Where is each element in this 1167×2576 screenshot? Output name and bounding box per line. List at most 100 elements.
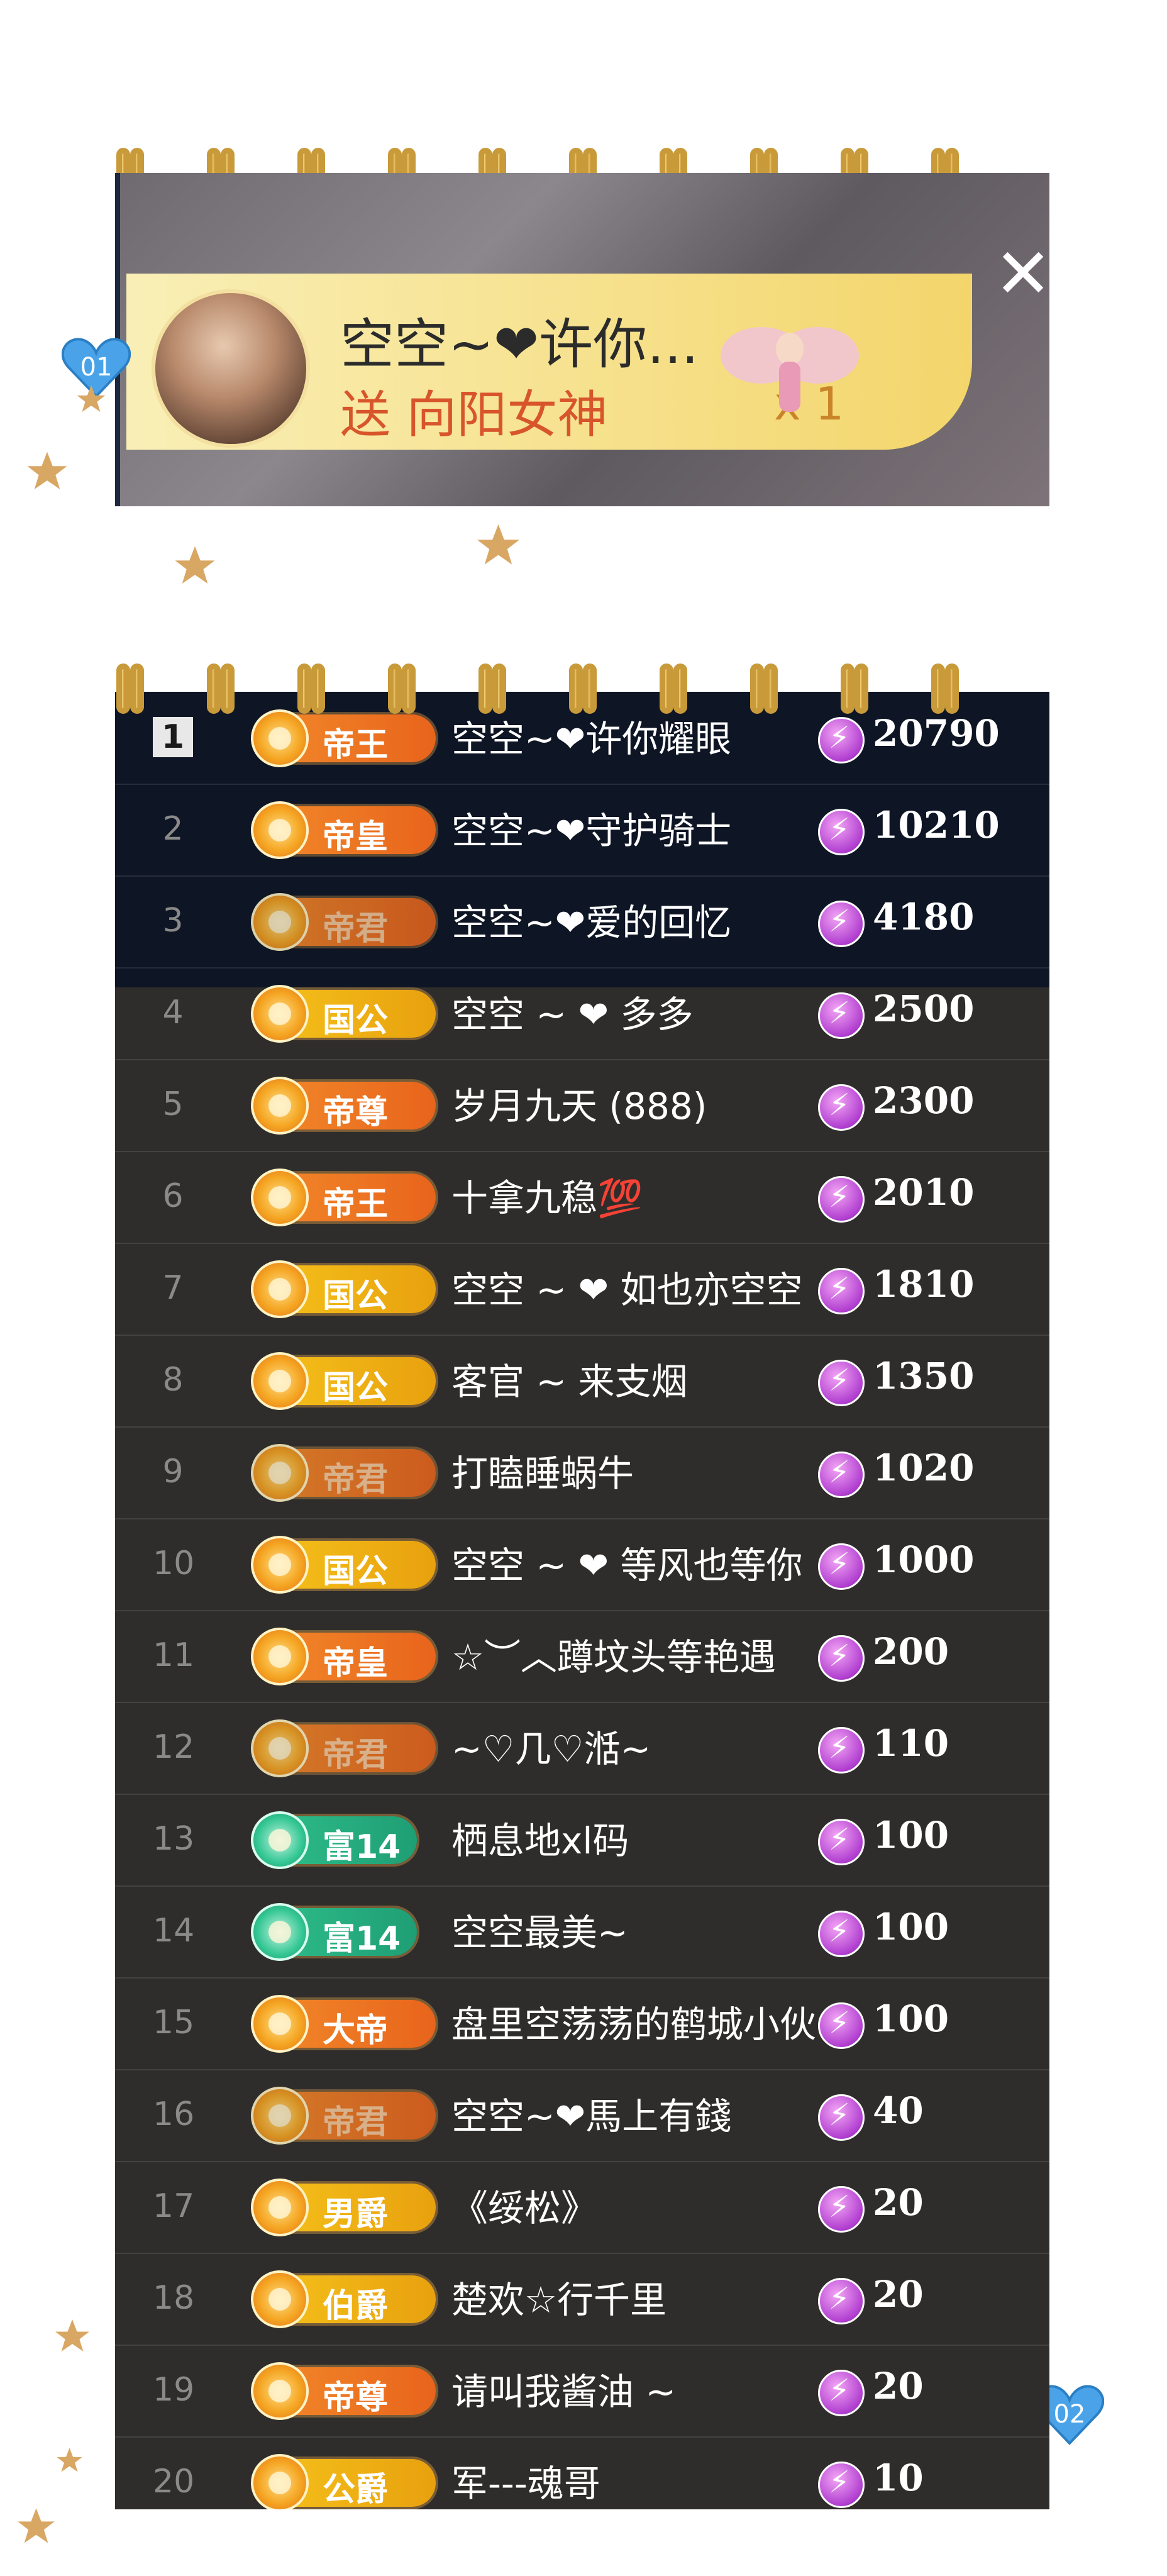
ranking-row[interactable]: 3 帝君 空空~❤爱的回忆 4180: [115, 875, 1049, 969]
badge-label: 国公: [323, 1002, 389, 1040]
user-name: 空空 ~ ❤ 如也亦空空: [451, 1269, 803, 1311]
rank-number: 19: [153, 2371, 195, 2409]
lightning-coin-icon: [818, 1911, 865, 1957]
badge-emblem-icon: [251, 1169, 309, 1226]
star-icon: [477, 524, 520, 565]
level-badge: 国公: [251, 985, 436, 1043]
user-name: 空空~❤守护骑士: [451, 809, 732, 852]
level-badge: 帝尊: [251, 2362, 436, 2420]
ranking-row[interactable]: 16 帝君 空空~❤馬上有錢 40: [115, 2069, 1049, 2162]
ranking-row[interactable]: 15 大帝 盘里空荡荡的鹤城小伙 100: [115, 1977, 1049, 2070]
ranking-row[interactable]: 13 富14 栖息地xl码 100: [115, 1794, 1049, 1887]
lightning-coin-icon: [818, 1543, 865, 1590]
lightning-coin-icon: [818, 1084, 865, 1131]
ranking-row[interactable]: 18 伯爵 楚欢☆行千里 20: [115, 2253, 1049, 2346]
badge-label: 富14: [323, 1920, 401, 1958]
ranking-row[interactable]: 5 帝尊 岁月九天 (888) 2300: [115, 1059, 1049, 1152]
contribution-score: 100: [873, 1997, 949, 2040]
contribution-score: 20: [873, 2365, 924, 2407]
level-badge: 国公: [251, 1536, 436, 1594]
contribution-score: 4180: [873, 896, 975, 938]
badge-emblem-icon: [251, 893, 309, 951]
close-button[interactable]: ✕: [994, 239, 1049, 308]
user-name: 空空 ~ ❤ 等风也等你: [451, 1544, 803, 1587]
ranking-row[interactable]: 19 帝尊 请叫我酱油 ~ 20: [115, 2345, 1049, 2438]
user-name: ☆︶︿蹲坟头等艳遇: [451, 1636, 776, 1679]
contribution-score: 10: [873, 2457, 924, 2499]
badge-emblem-icon: [251, 1352, 309, 1410]
badge-emblem-icon: [251, 2087, 309, 2145]
rank-number: 4: [162, 994, 184, 1031]
contribution-score: 1810: [873, 1263, 975, 1306]
user-name: 栖息地xl码: [451, 1819, 629, 1862]
badge-emblem-icon: [251, 1077, 309, 1135]
lightning-coin-icon: [818, 2002, 865, 2049]
angel-gift-icon: [721, 327, 859, 412]
user-name: 空空~❤馬上有錢: [451, 2095, 732, 2138]
user-name: 盘里空荡荡的鹤城小伙: [451, 2003, 817, 2046]
ring-icon: [568, 663, 602, 719]
user-name: 请叫我酱油 ~: [451, 2370, 677, 2413]
user-name: 客官 ~ 来支烟: [451, 1360, 688, 1403]
lightning-coin-icon: [818, 1727, 865, 1774]
badge-label: 帝尊: [323, 1094, 389, 1131]
badge-label: 伯爵: [323, 2287, 389, 2325]
user-name: 空空~❤爱的回忆: [451, 901, 732, 944]
ranking-row[interactable]: 10 国公 空空 ~ ❤ 等风也等你 1000: [115, 1518, 1049, 1611]
ranking-row[interactable]: 9 帝君 打瞌睡蜗牛 1020: [115, 1426, 1049, 1519]
ranking-row[interactable]: 17 男爵 《绥松》 20: [115, 2161, 1049, 2254]
level-badge: 伯爵: [251, 2270, 436, 2328]
user-name: 十拿九稳💯: [451, 1177, 643, 1219]
avatar[interactable]: [152, 289, 310, 448]
badge-emblem-icon: [251, 1811, 309, 1869]
badge-label: 帝尊: [323, 2379, 389, 2417]
ring-icon: [658, 663, 692, 719]
level-badge: 男爵: [251, 2179, 436, 2236]
lightning-coin-icon: [818, 1176, 865, 1223]
lightning-coin-icon: [818, 2370, 865, 2416]
gift-description: 送 向阳女神: [340, 386, 608, 444]
badge-emblem-icon: [251, 2454, 309, 2509]
ranking-row[interactable]: 8 国公 客官 ~ 来支烟 1350: [115, 1335, 1049, 1428]
level-badge: 帝皇: [251, 1628, 436, 1685]
badge-emblem-icon: [251, 2270, 309, 2328]
badge-label: 国公: [323, 1553, 389, 1591]
rank-number: 17: [153, 2187, 195, 2225]
badge-label: 帝皇: [323, 818, 389, 856]
badge-label: 帝王: [323, 726, 389, 764]
ranking-row[interactable]: 12 帝君 ~♡几♡湉~ 110: [115, 1702, 1049, 1795]
ranking-row[interactable]: 6 帝王 十拿九稳💯 2010: [115, 1151, 1049, 1244]
rank-number: 3: [162, 902, 184, 940]
star-icon: [18, 2508, 55, 2543]
ring-icon: [839, 663, 873, 719]
rank-number: 16: [153, 2096, 195, 2133]
star-icon: [57, 2448, 82, 2472]
rank-number: 15: [153, 2004, 195, 2041]
badge-label: 帝君: [323, 1461, 389, 1499]
contribution-score: 1020: [873, 1446, 975, 1489]
lightning-coin-icon: [818, 2462, 865, 2508]
badge-label: 富14: [323, 1828, 401, 1866]
ranking-row[interactable]: 20 公爵 军---魂哥 10: [115, 2436, 1049, 2509]
badge-label: 男爵: [323, 2196, 389, 2233]
badge-emblem-icon: [251, 2179, 309, 2236]
level-badge: 帝王: [251, 709, 436, 767]
ranking-row[interactable]: 11 帝皇 ☆︶︿蹲坟头等艳遇 200: [115, 1610, 1049, 1703]
lightning-coin-icon: [818, 901, 865, 947]
badge-label: 国公: [323, 1277, 389, 1315]
ranking-row[interactable]: 7 国公 空空 ~ ❤ 如也亦空空 1810: [115, 1243, 1049, 1336]
user-name: 岁月九天 (888): [451, 1085, 707, 1128]
level-badge: 帝君: [251, 1719, 436, 1777]
lightning-coin-icon: [818, 1268, 865, 1314]
badge-label: 帝君: [323, 910, 389, 948]
ranking-row[interactable]: 14 富14 空空最美~ 100: [115, 1885, 1049, 1979]
rank-number: 13: [153, 1820, 195, 1858]
ranking-row[interactable]: 2 帝皇 空空~❤守护骑士 10210: [115, 784, 1049, 877]
contribution-score: 2010: [873, 1171, 975, 1214]
badge-label: 帝君: [323, 1736, 389, 1774]
contribution-score: 20: [873, 2273, 924, 2316]
badge-emblem-icon: [251, 1719, 309, 1777]
contribution-score: 100: [873, 1906, 949, 1948]
ranking-row[interactable]: 4 国公 空空 ~ ❤ 多多 2500: [115, 967, 1049, 1060]
level-badge: 公爵: [251, 2454, 436, 2509]
